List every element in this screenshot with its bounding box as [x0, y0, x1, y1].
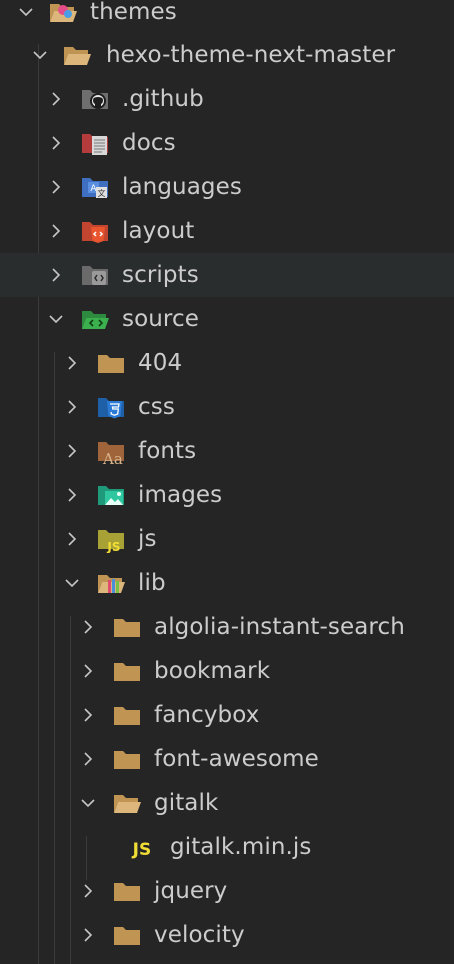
fonts-folder-icon: Aa [96, 437, 126, 468]
tree-item-bookmark[interactable]: bookmark [0, 649, 454, 693]
chevron-down-icon [78, 781, 98, 825]
tree-item-jquery[interactable]: jquery [0, 869, 454, 913]
chevron-right-icon [78, 913, 98, 957]
tree-item-label: algolia-instant-search [154, 614, 405, 640]
chevron-down-icon [16, 0, 36, 34]
tree-item-label: .github [122, 86, 204, 112]
tree-item-algolia-instant-search[interactable]: algolia-instant-search [0, 605, 454, 649]
chevron-right-icon [78, 605, 98, 649]
tree-item-label: gitalk.min.js [170, 834, 312, 860]
tree-item-label: themes [90, 0, 177, 25]
tree-item-label: css [138, 394, 175, 420]
chevron-right-icon [78, 737, 98, 781]
tree-item-github[interactable]: .github [0, 77, 454, 121]
folder-icon [112, 657, 142, 685]
tree-item-scripts[interactable]: scripts [0, 253, 454, 297]
docs-folder-icon [80, 129, 110, 157]
chevron-right-icon [62, 429, 82, 473]
chevron-right-icon [46, 253, 66, 297]
tree-item-css[interactable]: css [0, 385, 454, 429]
source-folder-open-icon [80, 305, 110, 333]
tree-item-label: scripts [122, 262, 199, 288]
tree-item-velocity[interactable]: velocity [0, 913, 454, 957]
tree-item-label: fonts [138, 438, 197, 464]
folder-icon [112, 877, 142, 905]
tree-item-label: js [138, 526, 157, 552]
tree-item-label: layout [122, 218, 195, 244]
chevron-right-icon [46, 121, 66, 165]
chevron-right-icon [78, 869, 98, 913]
chevron-down-icon [46, 297, 66, 341]
chevron-right-icon [62, 517, 82, 561]
images-folder-icon [96, 481, 126, 509]
tree-item-label: 404 [138, 350, 183, 376]
tree-item-fonts[interactable]: Aa fonts [0, 429, 454, 473]
folder-icon [112, 701, 142, 729]
tree-item-lib[interactable]: lib [0, 561, 454, 605]
folder-icon [96, 349, 126, 377]
tree-item-label: fancybox [154, 702, 260, 728]
chevron-right-icon [78, 693, 98, 737]
tree-item-label: gitalk [154, 790, 219, 816]
chevron-right-icon [78, 649, 98, 693]
tree-item-label: source [122, 306, 199, 332]
tree-item-gitalk[interactable]: gitalk [0, 781, 454, 825]
themes-folder-icon [48, 0, 78, 26]
layout-folder-icon [80, 217, 110, 245]
tree-item-source[interactable]: source [0, 297, 454, 341]
folder-icon [112, 921, 142, 949]
lib-folder-open-icon [96, 569, 126, 597]
tree-item-images[interactable]: images [0, 473, 454, 517]
tree-item-label: hexo-theme-next-master [106, 42, 396, 68]
svg-text:文: 文 [97, 188, 105, 198]
tree-item-label: font-awesome [154, 746, 319, 772]
tree-item-layout[interactable]: layout [0, 209, 454, 253]
github-folder-icon [80, 85, 110, 113]
tree-item-label: velocity [154, 922, 245, 948]
folder-icon [112, 745, 142, 773]
tree-item-404[interactable]: 404 [0, 341, 454, 385]
svg-text:Aa: Aa [102, 450, 123, 465]
svg-text:JS: JS [132, 840, 152, 860]
chevron-down-icon [62, 561, 82, 605]
tree-item-label: lib [138, 570, 166, 596]
chevron-right-icon [46, 209, 66, 253]
chevron-right-icon [46, 165, 66, 209]
js-folder-icon: JS [96, 525, 126, 554]
tree-item-label: bookmark [154, 658, 271, 684]
tree-item-hexo-theme-next-master[interactable]: hexo-theme-next-master [0, 33, 454, 77]
file-explorer-tree: themes hexo-theme-next-master .github do… [0, 0, 454, 964]
tree-item-label: languages [122, 174, 242, 200]
chevron-right-icon [46, 77, 66, 121]
js-file-icon: JS [128, 835, 158, 863]
folder-open-icon [62, 41, 92, 69]
tree-item-docs[interactable]: docs [0, 121, 454, 165]
tree-item-gitalk-min-js[interactable]: JS gitalk.min.js [0, 825, 454, 869]
tree-item-js[interactable]: JS js [0, 517, 454, 561]
folder-open-icon [112, 789, 142, 817]
css-folder-icon [96, 393, 126, 421]
tree-item-languages[interactable]: A文 languages [0, 165, 454, 209]
tree-item-fancybox[interactable]: fancybox [0, 693, 454, 737]
folder-icon [112, 613, 142, 641]
scripts-folder-icon [80, 261, 110, 289]
tree-item-themes[interactable]: themes [0, 0, 454, 34]
chevron-right-icon [62, 385, 82, 429]
chevron-down-icon [30, 33, 50, 77]
tree-item-label: docs [122, 130, 176, 156]
tree-item-label: images [138, 482, 223, 508]
chevron-right-icon [62, 473, 82, 517]
chevron-right-icon [62, 341, 82, 385]
tree-item-font-awesome[interactable]: font-awesome [0, 737, 454, 781]
tree-item-label: jquery [154, 878, 228, 904]
i18n-folder-icon: A文 [80, 173, 110, 201]
svg-text:JS: JS [106, 540, 120, 553]
